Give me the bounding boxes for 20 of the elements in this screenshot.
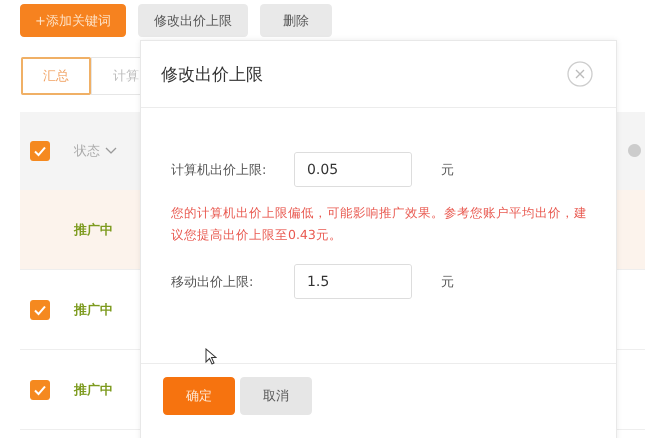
close-icon[interactable] — [567, 61, 593, 87]
input-field[interactable]: 0.05 — [294, 152, 412, 187]
checkbox[interactable] — [30, 141, 50, 161]
warning-text: 您的计算机出价上限偏低，可能影响推广效果。参考您账户平均出价，建议您提高出价上限至0.43元。 — [171, 204, 588, 244]
field-label: 计算机出价上限: — [171, 162, 268, 178]
unit-label: 元 — [441, 274, 454, 290]
input-field[interactable]: 1.5 — [294, 264, 412, 299]
status-text: 推广中 — [74, 302, 113, 318]
toolbar-button[interactable]: 修改出价上限 — [138, 4, 248, 37]
status-text: 推广中 — [74, 222, 113, 238]
checkbox[interactable] — [30, 380, 50, 400]
cursor-icon — [205, 348, 217, 365]
caret-icon[interactable] — [105, 147, 117, 155]
cancel-button[interactable]: 取消 — [240, 377, 312, 415]
field-label: 移动出价上限: — [171, 274, 254, 290]
dialog-title: 修改出价上限 — [161, 64, 263, 86]
toolbar-button[interactable]: 删除 — [260, 4, 332, 37]
status-text: 推广中 — [74, 382, 113, 398]
checkbox[interactable] — [30, 300, 50, 320]
unit-label: 元 — [441, 162, 454, 178]
